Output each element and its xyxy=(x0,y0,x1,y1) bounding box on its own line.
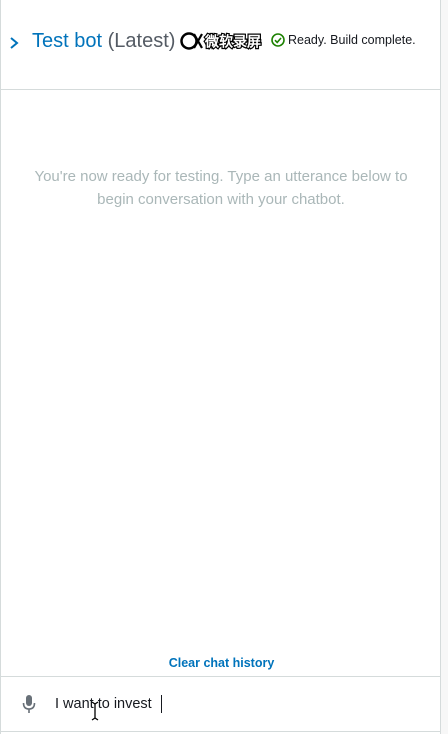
build-status-text: Ready. Build complete. xyxy=(288,33,416,47)
panel-title: Test bot (Latest) xyxy=(32,29,175,53)
bot-name: Test bot xyxy=(32,30,103,52)
check-circle-icon xyxy=(271,33,285,47)
empty-conversation-message: You're now ready for testing. Type an ut… xyxy=(34,168,408,208)
text-caret xyxy=(161,695,162,713)
watermark-text: 微软录屏 xyxy=(204,34,261,51)
panel-header: Test bot (Latest) 微软录屏 Ready. Build comp… xyxy=(1,0,440,90)
text-cursor-icon xyxy=(91,701,99,721)
utterance-input-bar xyxy=(1,676,440,732)
watermark-logo: 微软录屏 xyxy=(180,32,262,51)
chevron-right-icon[interactable] xyxy=(8,35,20,51)
test-bot-panel: Test bot (Latest) 微软录屏 Ready. Build comp… xyxy=(0,0,441,734)
build-status: Ready. Build complete. xyxy=(271,32,416,48)
scrollbar-track[interactable] xyxy=(441,0,448,734)
bot-version: (Latest) xyxy=(107,30,176,52)
utterance-input[interactable] xyxy=(55,694,425,714)
microphone-icon[interactable] xyxy=(21,694,37,714)
clear-chat-history-button[interactable]: Clear chat history xyxy=(1,655,442,671)
